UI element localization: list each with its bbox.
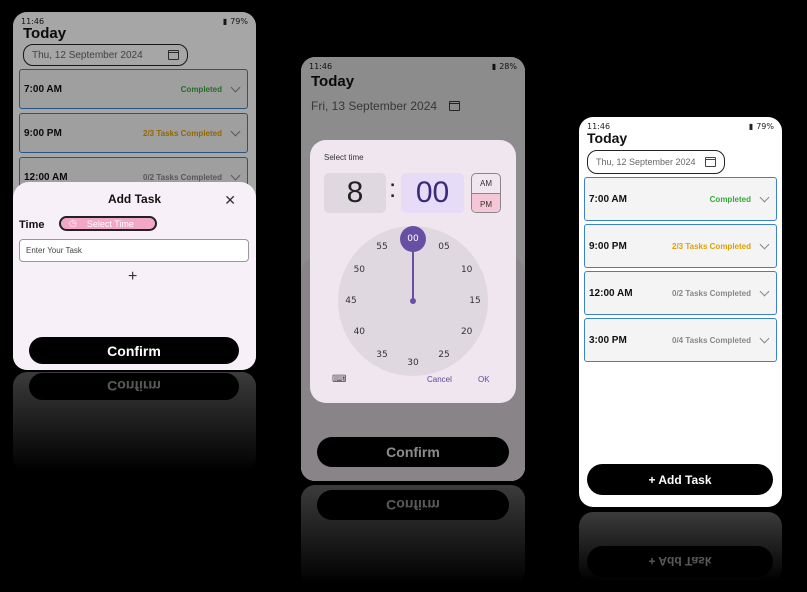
phone-left: 11:46 ▮ 79% Today Thu, 12 September 2024 … bbox=[13, 12, 256, 370]
phone-middle: 11:46 ▮ 28% Today Fri, 13 September 2024 … bbox=[301, 57, 525, 481]
hour-field[interactable]: 8 bbox=[324, 173, 386, 213]
task-time: 3:00 PM bbox=[589, 334, 627, 346]
time-picker-dialog: Select time 8 : 00 AM PM 00 05 10 15 20 25 30 3… bbox=[310, 140, 516, 403]
dial-number[interactable]: 40 bbox=[354, 327, 365, 337]
dial-number[interactable]: 25 bbox=[438, 350, 449, 360]
add-task-sheet: Add Task ✕ Time ◷ Select Time Enter Your… bbox=[13, 182, 256, 370]
task-input-placeholder: Enter Your Task bbox=[26, 246, 82, 255]
pm-button[interactable]: PM bbox=[472, 194, 500, 212]
reflected-confirm-button: Confirm bbox=[317, 490, 509, 520]
task-card[interactable]: 7:00 AM Completed bbox=[584, 177, 777, 221]
confirm-button[interactable]: Confirm bbox=[29, 337, 239, 364]
phone-middle-reflection: Confirm bbox=[301, 485, 525, 585]
keyboard-icon[interactable]: ⌨ bbox=[332, 374, 346, 385]
task-time: 7:00 AM bbox=[589, 193, 627, 205]
period-toggle: AM PM bbox=[471, 173, 501, 213]
dial-number[interactable]: 35 bbox=[376, 350, 387, 360]
phone-left-reflection: Confirm bbox=[13, 372, 256, 472]
clock-dial[interactable]: 00 05 10 15 20 25 30 35 40 45 50 55 bbox=[338, 226, 488, 376]
date-text: Thu, 12 September 2024 bbox=[596, 157, 696, 167]
close-icon[interactable]: ✕ bbox=[224, 192, 236, 209]
task-time: 9:00 PM bbox=[589, 240, 627, 252]
minute-field[interactable]: 00 bbox=[401, 173, 464, 213]
task-card[interactable]: 9:00 PM 2/3 Tasks Completed bbox=[584, 224, 777, 268]
phone-right-reflection: + Add Task bbox=[579, 512, 782, 582]
task-status: 0/2 Tasks Completed bbox=[672, 288, 751, 298]
dial-number[interactable]: 30 bbox=[407, 358, 418, 368]
status-battery: 79% bbox=[756, 121, 774, 131]
time-separator: : bbox=[389, 173, 397, 203]
phone-right: 11:46 ▮ 79% Today Thu, 12 September 2024 … bbox=[579, 117, 782, 507]
sheet-title: Add Task bbox=[107, 192, 162, 206]
home-screen-right: 11:46 ▮ 79% Today Thu, 12 September 2024 … bbox=[579, 117, 782, 507]
chevron-down-icon[interactable] bbox=[759, 333, 770, 344]
dial-number[interactable]: 50 bbox=[354, 265, 365, 275]
dialog-heading: Select time bbox=[324, 153, 364, 162]
home-screen-left: 11:46 ▮ 79% Today Thu, 12 September 2024 … bbox=[13, 12, 256, 370]
calendar-icon[interactable] bbox=[705, 157, 716, 167]
task-card[interactable]: 3:00 PM 0/4 Tasks Completed bbox=[584, 318, 777, 362]
dial-number[interactable]: 15 bbox=[469, 296, 480, 306]
chevron-down-icon[interactable] bbox=[759, 286, 770, 297]
task-input[interactable]: Enter Your Task bbox=[19, 239, 249, 262]
dial-number[interactable]: 05 bbox=[438, 242, 449, 252]
dial-number[interactable]: 55 bbox=[376, 242, 387, 252]
add-task-button[interactable]: + Add Task bbox=[587, 464, 773, 495]
reflected-confirm-button: Confirm bbox=[29, 373, 239, 400]
clock-icon: ◷ bbox=[69, 218, 77, 228]
time-picker-screen: 11:46 ▮ 28% Today Fri, 13 September 2024 … bbox=[301, 57, 525, 481]
dial-number[interactable]: 10 bbox=[461, 265, 472, 275]
reflected-add-task-button: + Add Task bbox=[587, 546, 773, 577]
dial-number[interactable]: 00 bbox=[407, 234, 418, 244]
select-time-label: Select Time bbox=[86, 218, 134, 229]
page-title: Today bbox=[587, 130, 628, 146]
time-label: Time bbox=[19, 219, 45, 231]
task-status: Completed bbox=[709, 194, 751, 204]
ok-button[interactable]: OK bbox=[478, 375, 490, 384]
task-status: 2/3 Tasks Completed bbox=[672, 241, 751, 251]
battery-icon: ▮ bbox=[748, 121, 754, 131]
am-button[interactable]: AM bbox=[472, 174, 500, 194]
task-time: 12:00 AM bbox=[589, 287, 633, 299]
date-picker-field[interactable]: Thu, 12 September 2024 bbox=[587, 150, 725, 174]
cancel-button[interactable]: Cancel bbox=[427, 375, 452, 384]
add-subtask-icon[interactable]: + bbox=[128, 268, 137, 286]
dial-center bbox=[410, 298, 416, 304]
chevron-down-icon[interactable] bbox=[759, 192, 770, 203]
task-card[interactable]: 12:00 AM 0/2 Tasks Completed bbox=[584, 271, 777, 315]
task-status: 0/4 Tasks Completed bbox=[672, 335, 751, 345]
dial-number[interactable]: 20 bbox=[461, 327, 472, 337]
dial-number[interactable]: 45 bbox=[345, 296, 356, 306]
chevron-down-icon[interactable] bbox=[759, 239, 770, 250]
select-time-chip[interactable]: ◷ Select Time bbox=[59, 216, 157, 231]
